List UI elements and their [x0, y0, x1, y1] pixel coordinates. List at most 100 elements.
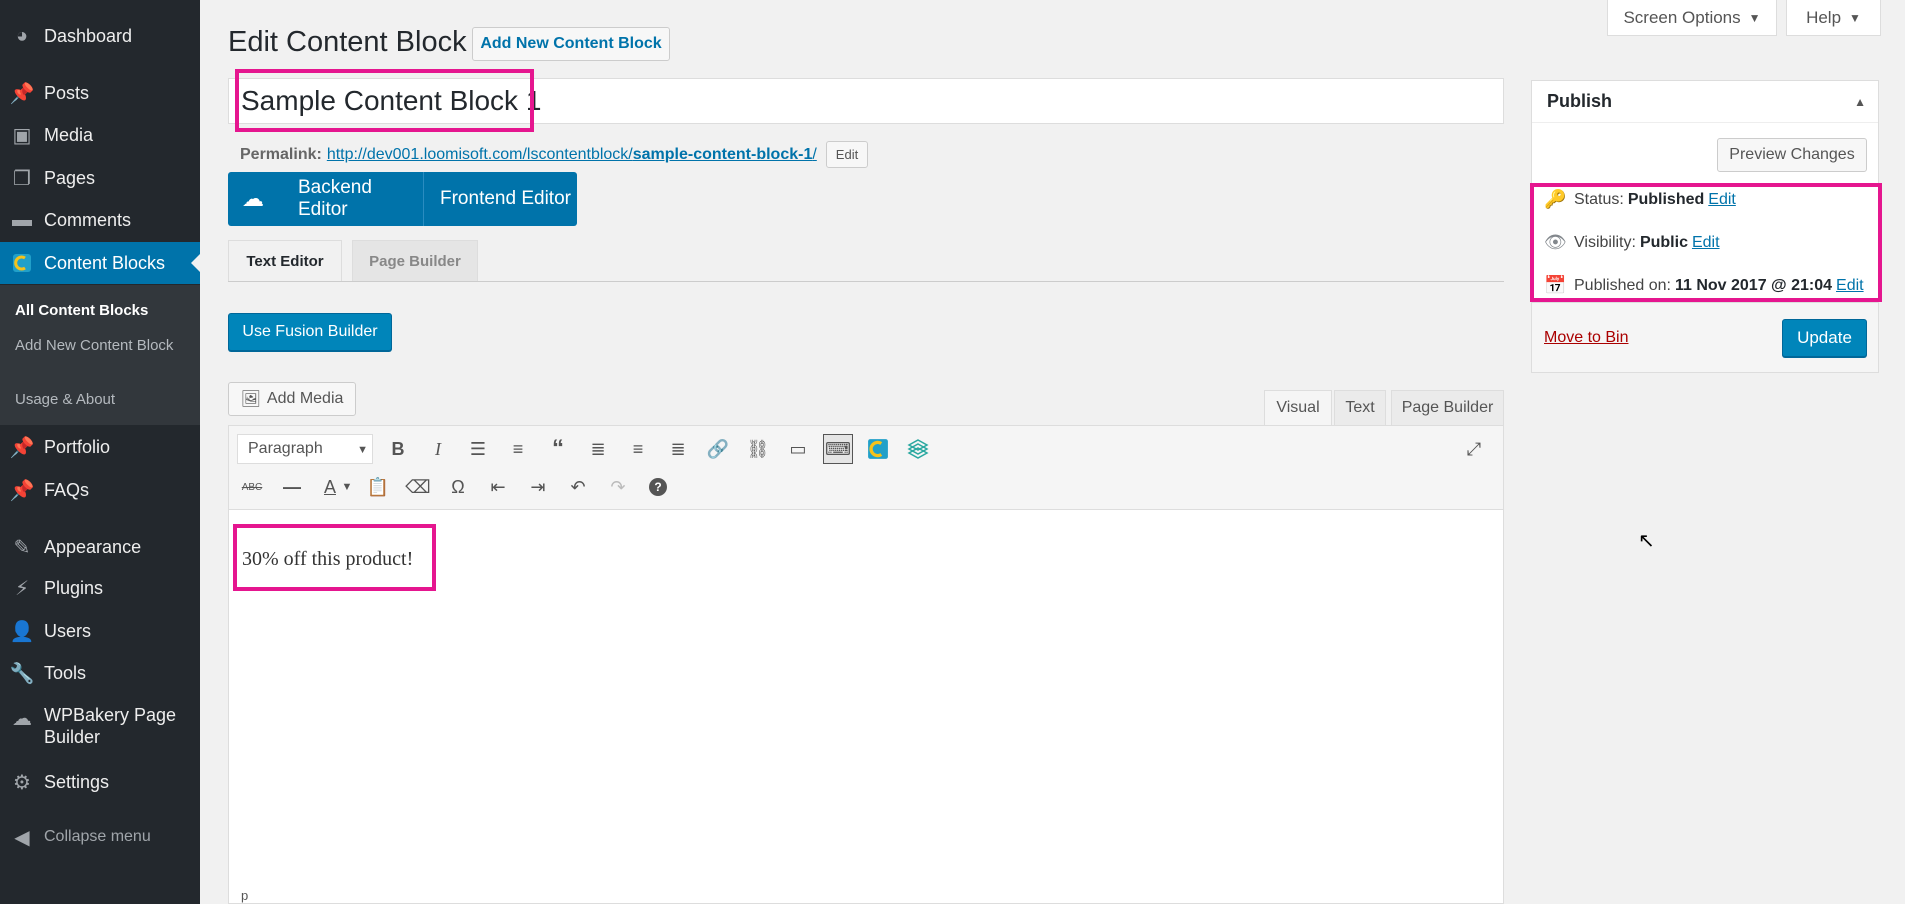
- collapse-menu-button[interactable]: ◀ Collapse menu: [0, 816, 200, 858]
- plugin-icon: ⚡: [14, 577, 30, 600]
- sidebar-item-media[interactable]: ▣ Media: [0, 114, 200, 156]
- pin-icon: 📌: [9, 82, 35, 105]
- indent-icon[interactable]: ⇥: [523, 472, 553, 502]
- move-to-bin-link[interactable]: Move to Bin: [1544, 329, 1628, 347]
- page-title: Edit Content Block: [228, 26, 467, 58]
- add-new-content-block-button[interactable]: Add New Content Block: [472, 27, 670, 61]
- sidebar-item-comments[interactable]: ▬ Comments: [0, 199, 200, 241]
- special-character-icon[interactable]: Ω: [443, 472, 473, 502]
- mouse-cursor-icon: ↖: [1638, 530, 1655, 552]
- align-center-icon[interactable]: ≡: [623, 434, 653, 464]
- permalink-edit-button[interactable]: Edit: [825, 141, 869, 168]
- toolbar-toggle-icon[interactable]: ⌨: [823, 434, 853, 464]
- sidebar-item-label: Portfolio: [44, 436, 111, 457]
- sidebar-item-label: Media: [44, 124, 94, 145]
- publish-title: Publish: [1547, 91, 1613, 111]
- strikethrough-icon[interactable]: ABC: [237, 472, 267, 502]
- read-more-icon[interactable]: ▭: [783, 434, 813, 464]
- outdent-icon[interactable]: ⇤: [483, 472, 513, 502]
- caret-up-icon[interactable]: ▲: [1854, 95, 1866, 109]
- submenu-add-new-content-block[interactable]: Add New Content Block: [15, 336, 185, 355]
- caret-down-icon: ▼: [357, 444, 368, 456]
- collapse-icon: ◀: [14, 826, 30, 849]
- submenu-usage-about[interactable]: Usage & About: [15, 390, 185, 409]
- italic-icon[interactable]: I: [423, 434, 453, 464]
- pin-icon: 📌: [9, 436, 35, 459]
- permalink-link[interactable]: http://dev001.loomisoft.com/lscontentblo…: [327, 146, 817, 164]
- tab-visual[interactable]: Visual: [1264, 390, 1332, 425]
- frontend-editor-label: Frontend Editor: [440, 188, 571, 209]
- content-blocks-icon[interactable]: [863, 434, 893, 464]
- align-right-icon[interactable]: ≣: [663, 434, 693, 464]
- redo-icon[interactable]: ↷: [603, 472, 633, 502]
- submenu-all-content-blocks[interactable]: All Content Blocks: [15, 301, 185, 320]
- sidebar-item-dashboard[interactable]: ◕ Dashboard: [0, 15, 200, 57]
- blockquote-icon[interactable]: “: [543, 434, 573, 464]
- layers-icon[interactable]: [903, 434, 933, 464]
- cloud-icon: ☁: [12, 707, 32, 730]
- horizontal-line-icon[interactable]: —: [277, 472, 307, 502]
- preview-changes-button[interactable]: Preview Changes: [1717, 138, 1867, 172]
- clear-formatting-icon[interactable]: ⌫: [403, 472, 433, 502]
- sidebar-item-label: Tools: [44, 662, 87, 683]
- sidebar-item-posts[interactable]: 📌 Posts: [0, 72, 200, 114]
- undo-icon[interactable]: ↶: [563, 472, 593, 502]
- content-highlight-box: [233, 524, 436, 591]
- sidebar-item-label: Dashboard: [44, 25, 133, 46]
- sidebar-item-portfolio[interactable]: 📌 Portfolio: [0, 426, 200, 468]
- tab-text-editor[interactable]: Text Editor: [228, 240, 342, 282]
- collapse-menu-label: Collapse menu: [44, 828, 151, 845]
- help-button[interactable]: Help ▼: [1786, 0, 1881, 36]
- sidebar-item-users[interactable]: 👤 Users: [0, 610, 200, 652]
- media-icon: ▣: [12, 124, 32, 147]
- sidebar-item-label: Pages: [44, 167, 96, 188]
- backend-editor-label: Backend Editor: [298, 177, 372, 220]
- dashboard-icon: ◕: [15, 24, 29, 47]
- bullet-list-icon[interactable]: ☰: [463, 434, 493, 464]
- sidebar-item-label: Settings: [44, 771, 110, 792]
- format-select[interactable]: Paragraph ▼: [237, 434, 373, 464]
- tab-page-builder-mode[interactable]: Page Builder: [1391, 390, 1504, 425]
- content-blocks-submenu: All Content Blocks Add New Content Block…: [0, 285, 200, 425]
- sidebar-item-plugins[interactable]: ⚡ Plugins: [0, 567, 200, 609]
- paste-text-icon[interactable]: 📋: [363, 472, 393, 502]
- content-editor: Paragraph ▼ B I ☰ ≡ “ ≣ ≡ ≣ 🔗 ⛓ ▭ ⌨ ⤢ AB…: [228, 425, 1504, 904]
- tab-text[interactable]: Text: [1334, 390, 1386, 425]
- sidebar-item-pages[interactable]: ❐ Pages: [0, 157, 200, 199]
- caret-down-icon: ▼: [1748, 10, 1761, 25]
- backend-editor-button[interactable]: ☁ Backend Editor: [228, 172, 423, 226]
- sidebar-item-faqs[interactable]: 📌 FAQs: [0, 469, 200, 511]
- sidebar-item-appearance[interactable]: ✎ Appearance: [0, 526, 200, 568]
- add-media-icon: 🖼: [240, 391, 261, 408]
- fullscreen-icon[interactable]: ⤢: [1459, 434, 1489, 464]
- sidebar-item-label: WPBakery Page Builder: [44, 705, 177, 747]
- link-icon[interactable]: 🔗: [703, 434, 733, 464]
- screen-options-label: Screen Options: [1623, 7, 1741, 27]
- permalink-row: Permalink: http://dev001.loomisoft.com/l…: [240, 141, 869, 168]
- frontend-editor-button[interactable]: Frontend Editor: [424, 172, 571, 226]
- add-media-button[interactable]: 🖼 Add Media: [228, 382, 356, 416]
- pin-icon: 📌: [9, 479, 35, 502]
- help-icon[interactable]: ?: [643, 472, 673, 502]
- tab-page-builder[interactable]: Page Builder: [352, 240, 478, 282]
- unlink-icon[interactable]: ⛓: [743, 434, 773, 464]
- sidebar-item-wpbakery[interactable]: ☁ WPBakery Page Builder: [0, 704, 200, 752]
- sidebar-item-label: Posts: [44, 82, 90, 103]
- sidebar-item-label: Content Blocks: [44, 252, 166, 273]
- sidebar-item-settings[interactable]: ⚙ Settings: [0, 761, 200, 803]
- brush-icon: ✎: [13, 536, 31, 559]
- bold-icon[interactable]: B: [383, 434, 413, 464]
- sidebar-item-content-blocks[interactable]: Content Blocks: [0, 242, 200, 284]
- numbered-list-icon[interactable]: ≡: [503, 434, 533, 464]
- caret-down-icon[interactable]: ▼: [339, 472, 355, 502]
- sidebar-item-tools[interactable]: 🔧 Tools: [0, 652, 200, 694]
- update-button[interactable]: Update: [1782, 319, 1867, 357]
- publish-header[interactable]: Publish ▲: [1532, 81, 1878, 123]
- use-fusion-builder-button[interactable]: Use Fusion Builder: [228, 313, 392, 351]
- permalink-slug: sample-content-block-1: [632, 145, 813, 163]
- format-select-value: Paragraph: [248, 440, 323, 457]
- align-left-icon[interactable]: ≣: [583, 434, 613, 464]
- content-blocks-icon: [10, 251, 34, 275]
- editor-toolbar: Paragraph ▼ B I ☰ ≡ “ ≣ ≡ ≣ 🔗 ⛓ ▭ ⌨ ⤢ AB…: [229, 426, 1503, 510]
- screen-options-button[interactable]: Screen Options ▼: [1607, 0, 1777, 36]
